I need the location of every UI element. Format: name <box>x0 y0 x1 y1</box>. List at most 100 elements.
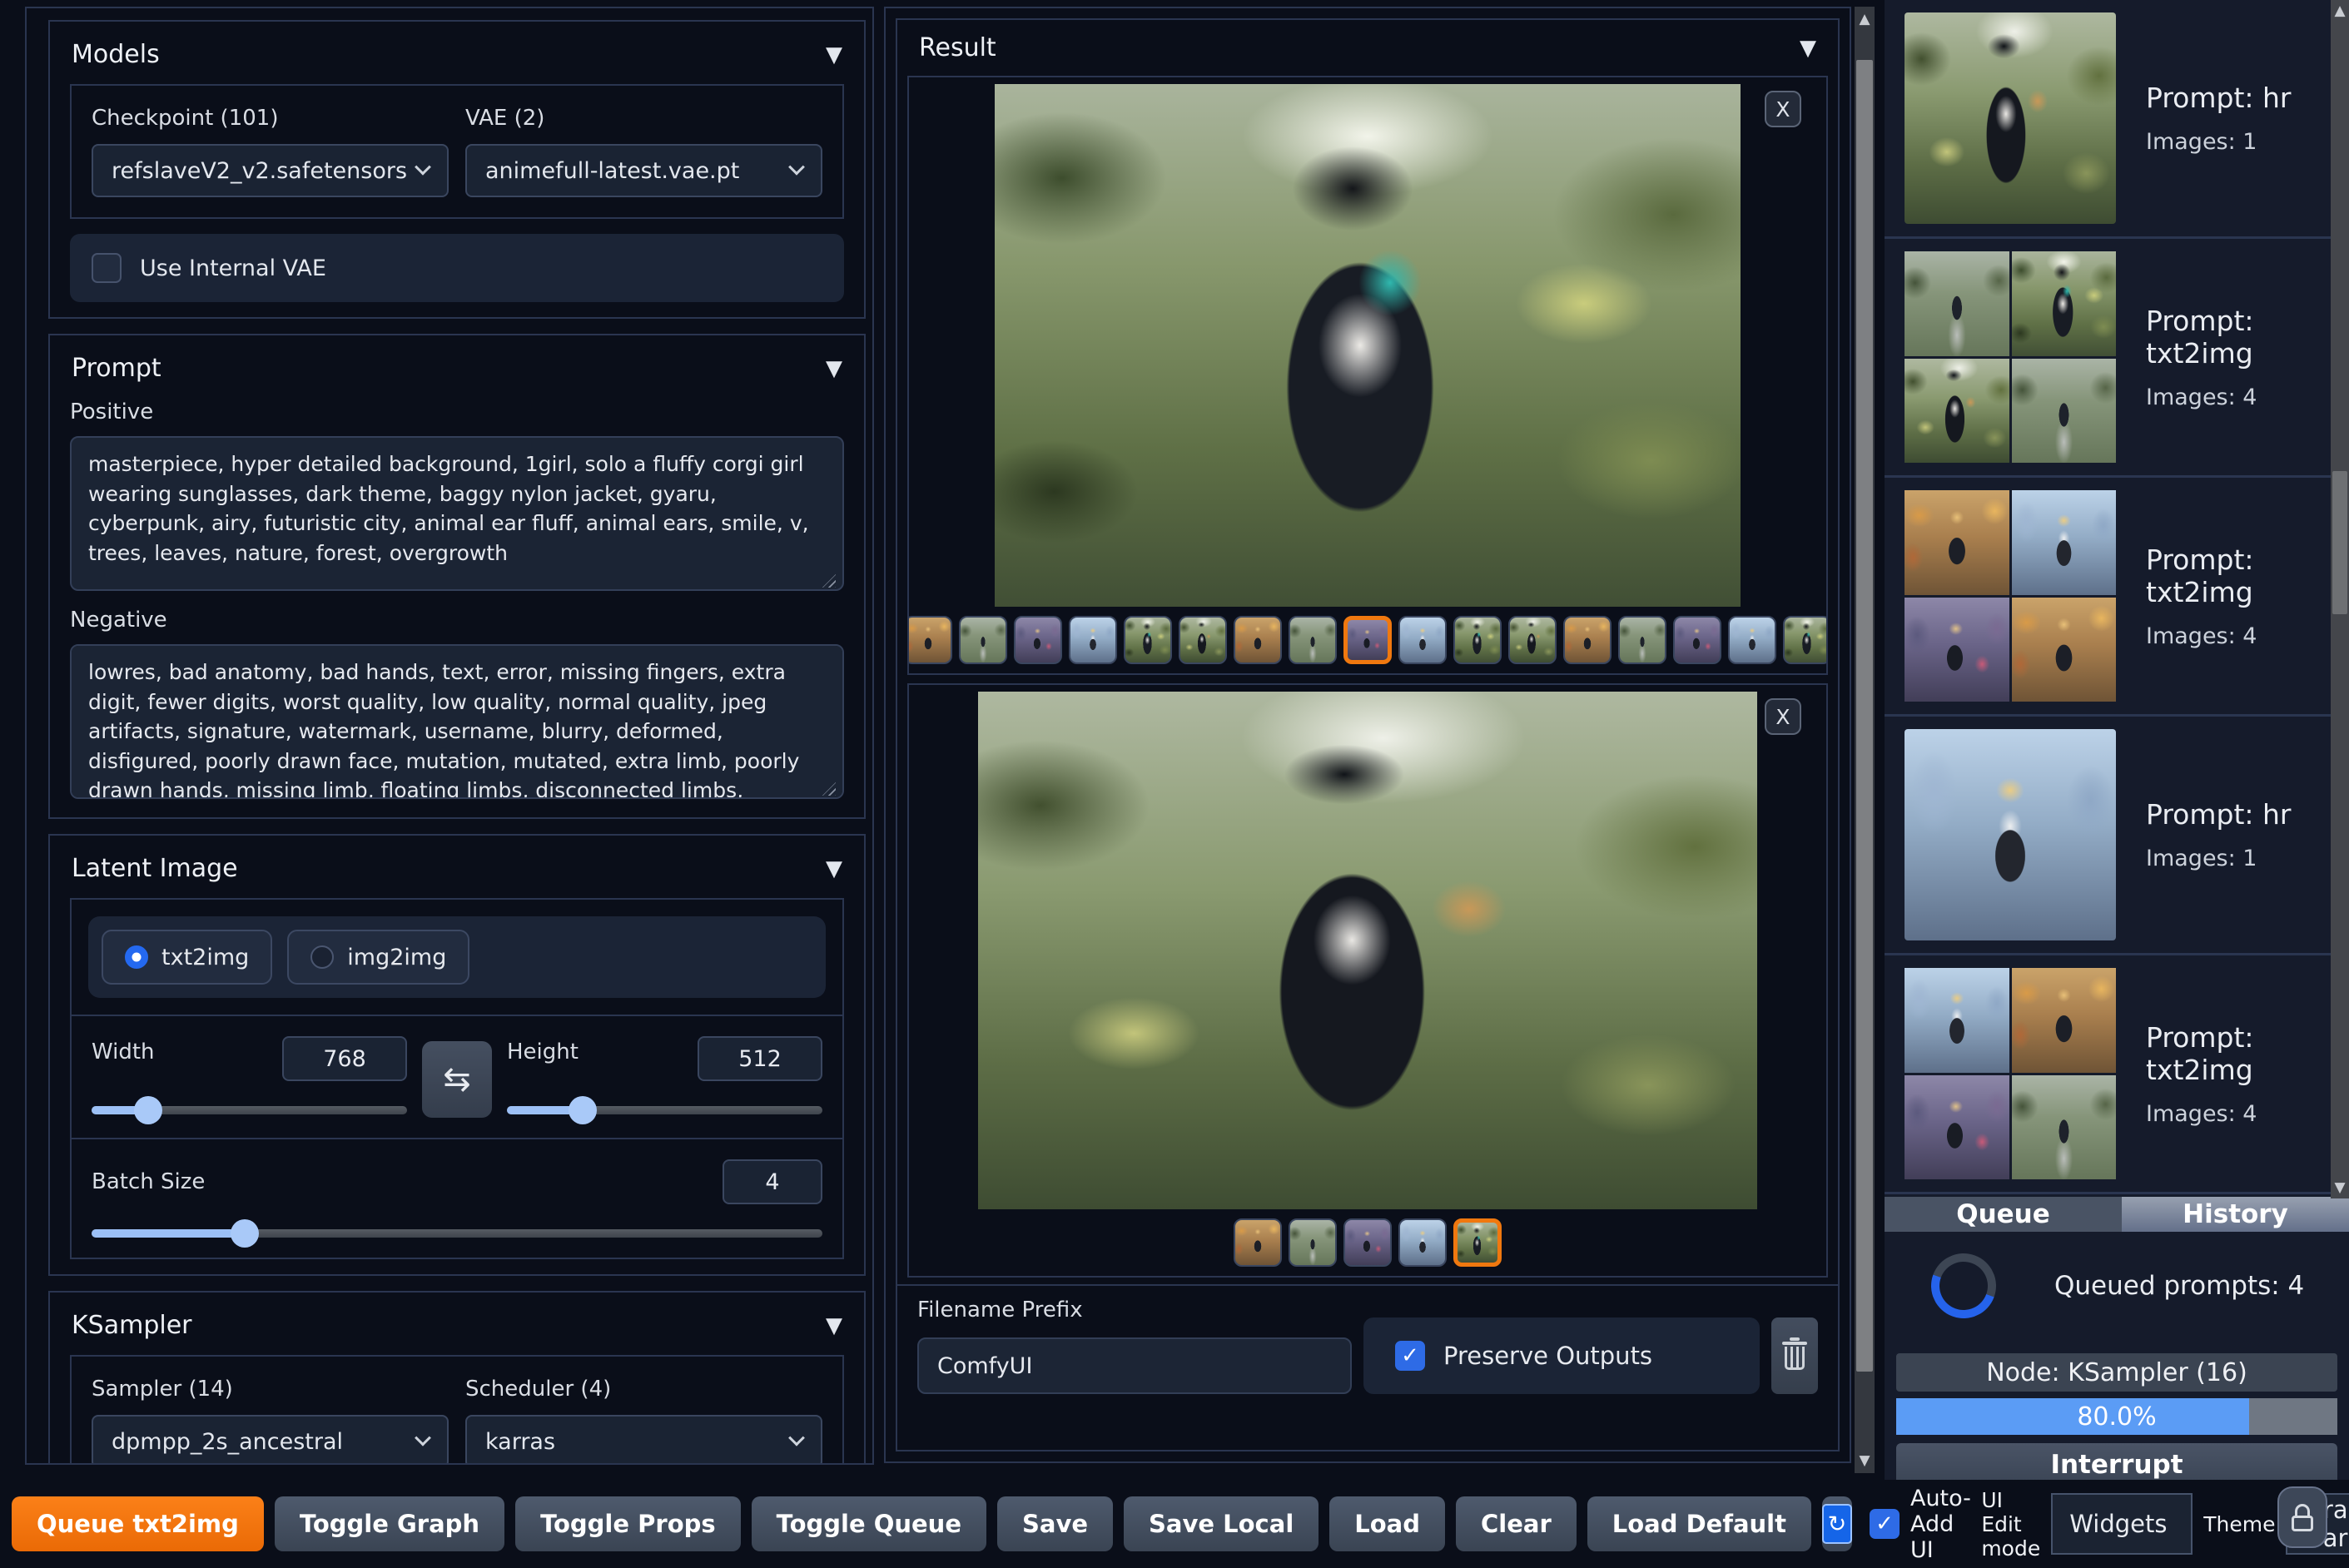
entry-thumbnail-grid[interactable] <box>1905 251 2116 463</box>
widgets-select[interactable]: Widgets <box>2051 1493 2193 1555</box>
toggle-queue-button[interactable]: Toggle Queue <box>751 1496 986 1551</box>
entry-prompt: Prompt: hr <box>2146 798 2292 831</box>
toggle-props-button[interactable]: Toggle Props <box>515 1496 741 1551</box>
auto-add-ui-label: Auto-Add UI <box>1909 1485 1971 1563</box>
lock-button[interactable] <box>2277 1486 2327 1548</box>
gallery-thumbnail[interactable] <box>1014 616 1062 664</box>
result-image-1[interactable] <box>995 84 1741 607</box>
height-slider[interactable] <box>507 1096 822 1124</box>
result-image-2[interactable] <box>978 692 1757 1209</box>
refresh-ui-button[interactable]: ↻ <box>1821 1496 1852 1551</box>
height-input[interactable]: 512 <box>698 1036 822 1081</box>
swap-icon: ⇆ <box>443 1060 471 1099</box>
delete-outputs-button[interactable] <box>1771 1317 1818 1394</box>
use-internal-vae-label: Use Internal VAE <box>140 255 326 281</box>
gallery-thumbnail[interactable] <box>1234 1218 1282 1267</box>
batch-size-slider[interactable] <box>92 1219 822 1248</box>
history-entry[interactable]: Prompt: hr Images: 1 <box>1885 717 2349 955</box>
scrollbar-thumb[interactable] <box>2332 471 2347 614</box>
gallery-thumbnail[interactable] <box>909 616 952 664</box>
gallery-thumbnail[interactable] <box>1453 616 1502 664</box>
collapse-icon[interactable]: ▼ <box>826 856 842 881</box>
history-entry[interactable]: Prompt: txt2img Images: 4 <box>1885 478 2349 717</box>
preserve-outputs-label: Preserve Outputs <box>1443 1342 1653 1370</box>
tab-queue[interactable]: Queue <box>1885 1197 2122 1232</box>
width-label: Width <box>92 1040 155 1064</box>
ksampler-section: KSampler ▼ Sampler (14) dpmpp_2s_ancestr… <box>48 1291 866 1463</box>
batch-size-label: Batch Size <box>92 1169 206 1194</box>
entry-thumbnail[interactable] <box>1905 12 2116 224</box>
scroll-down-icon[interactable]: ▼ <box>2331 1177 2349 1198</box>
gallery-thumbnail[interactable] <box>1398 616 1447 664</box>
entry-thumbnail-grid[interactable] <box>1905 490 2116 702</box>
save-local-button[interactable]: Save Local <box>1124 1496 1319 1551</box>
gallery-thumbnail[interactable] <box>1179 616 1227 664</box>
save-button[interactable]: Save <box>997 1496 1114 1551</box>
load-default-button[interactable]: Load Default <box>1587 1496 1811 1551</box>
history-scrollbar[interactable]: ▲ ▼ <box>2331 0 2349 1198</box>
gallery-thumbnail[interactable] <box>1783 616 1826 664</box>
scheduler-label: Scheduler (4) <box>465 1377 612 1402</box>
close-gallery-2-button[interactable]: X <box>1765 698 1801 735</box>
history-entry[interactable]: Prompt: txt2img Images: 4 <box>1885 239 2349 478</box>
history-entry[interactable]: Prompt: txt2img Images: 4 <box>1885 955 2349 1194</box>
gallery-thumbnail[interactable] <box>1343 1218 1392 1267</box>
load-button[interactable]: Load <box>1329 1496 1445 1551</box>
gallery-thumbnail[interactable] <box>1673 616 1721 664</box>
gallery-thumbnail[interactable] <box>1124 616 1172 664</box>
collapse-icon[interactable]: ▼ <box>1800 36 1816 61</box>
negative-prompt-input[interactable]: lowres, bad anatomy, bad hands, text, er… <box>70 644 844 799</box>
entry-thumbnail-grid[interactable] <box>1905 968 2116 1179</box>
queue-txt2img-button[interactable]: Queue txt2img <box>12 1496 264 1551</box>
entry-images-count: Images: 1 <box>2146 129 2257 155</box>
main-scrollbar[interactable]: ▲ ▼ <box>1855 7 1875 1473</box>
gallery-thumbnail[interactable] <box>1398 1218 1447 1267</box>
swap-dimensions-button[interactable]: ⇆ <box>422 1041 492 1118</box>
auto-add-ui-checkbox[interactable]: ✓ <box>1869 1509 1900 1539</box>
preserve-outputs-field: ✓ Preserve Outputs <box>1363 1317 1760 1394</box>
scroll-up-icon[interactable]: ▲ <box>1855 8 1875 30</box>
entry-thumbnail[interactable] <box>1905 729 2116 940</box>
sampler-select[interactable]: dpmpp_2s_ancestral <box>92 1415 449 1463</box>
scheduler-select[interactable]: karras <box>465 1415 822 1463</box>
gallery-thumbnail[interactable] <box>1563 616 1612 664</box>
gallery-thumbnail[interactable] <box>1453 1218 1502 1267</box>
img2img-radio[interactable]: img2img <box>287 930 470 985</box>
use-internal-vae-checkbox[interactable] <box>92 253 122 283</box>
width-input[interactable]: 768 <box>282 1036 407 1081</box>
progress-percent-label: 80.0% <box>2077 1402 2157 1432</box>
history-entries: Prompt: hr Images: 1 Prompt: txt2img Ima… <box>1885 0 2349 1197</box>
height-label: Height <box>507 1040 579 1064</box>
clear-button[interactable]: Clear <box>1456 1496 1577 1551</box>
width-slider[interactable] <box>92 1096 407 1124</box>
positive-prompt-input[interactable]: masterpiece, hyper detailed background, … <box>70 436 844 591</box>
gallery-thumbnail[interactable] <box>959 616 1007 664</box>
batch-size-input[interactable]: 4 <box>723 1159 822 1204</box>
vae-select[interactable]: animefull-latest.vae.pt <box>465 144 822 197</box>
tab-history[interactable]: History <box>2122 1197 2349 1232</box>
history-entry[interactable]: Prompt: hr Images: 1 <box>1885 0 2349 239</box>
collapse-icon[interactable]: ▼ <box>826 1313 842 1338</box>
gallery-thumbnail[interactable] <box>1069 616 1117 664</box>
gallery-thumbnail[interactable] <box>1618 616 1666 664</box>
preserve-outputs-checkbox[interactable]: ✓ <box>1395 1341 1425 1371</box>
checkpoint-select[interactable]: refslaveV2_v2.safetensors <box>92 144 449 197</box>
gallery-thumbnail[interactable] <box>1289 1218 1337 1267</box>
filename-prefix-input[interactable] <box>917 1337 1352 1394</box>
vae-label: VAE (2) <box>465 106 545 131</box>
gallery-thumbnail[interactable] <box>1289 616 1337 664</box>
gallery-thumbnail[interactable] <box>1234 616 1282 664</box>
scrollbar-thumb[interactable] <box>1856 60 1873 1372</box>
scroll-up-icon[interactable]: ▲ <box>2331 0 2349 22</box>
close-gallery-1-button[interactable]: X <box>1765 91 1801 127</box>
toggle-graph-button[interactable]: Toggle Graph <box>274 1496 505 1551</box>
gallery-thumbnail[interactable] <box>1728 616 1776 664</box>
collapse-icon[interactable]: ▼ <box>826 356 842 381</box>
gallery-thumbnail[interactable] <box>1508 616 1557 664</box>
scroll-down-icon[interactable]: ▼ <box>1855 1450 1875 1471</box>
txt2img-radio[interactable]: txt2img <box>102 930 273 985</box>
gallery-thumbnail[interactable] <box>1343 616 1392 664</box>
entry-prompt: Prompt: txt2img <box>2146 304 2254 370</box>
prompt-section: Prompt ▼ Positive masterpiece, hyper det… <box>48 334 866 819</box>
collapse-icon[interactable]: ▼ <box>826 42 842 67</box>
